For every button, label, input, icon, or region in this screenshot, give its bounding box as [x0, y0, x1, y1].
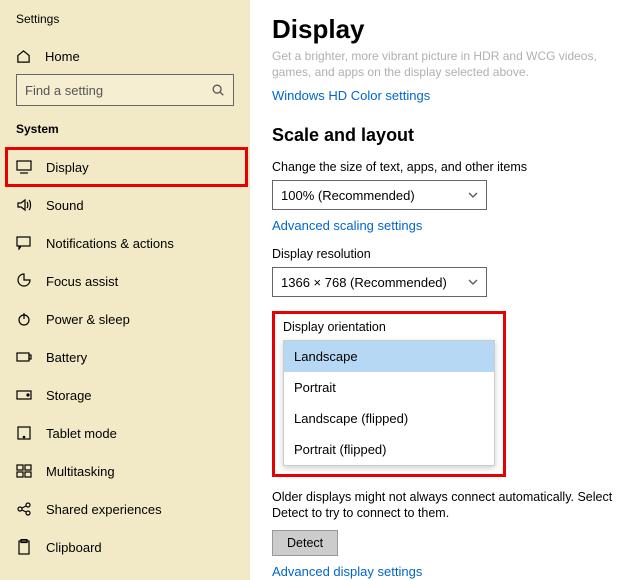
- nav-item-clipboard[interactable]: Clipboard: [6, 528, 250, 566]
- hdr-color-link[interactable]: Windows HD Color settings: [272, 88, 430, 103]
- sound-icon: [16, 198, 32, 212]
- home-icon: [16, 49, 31, 64]
- scale-value: 100% (Recommended): [281, 188, 415, 203]
- nav-item-battery[interactable]: Battery: [6, 338, 250, 376]
- nav-item-display[interactable]: Display: [6, 148, 247, 186]
- detect-note: Older displays might not always connect …: [272, 489, 620, 522]
- nav-item-label: Notifications & actions: [46, 236, 174, 251]
- chevron-down-icon: [468, 279, 478, 285]
- battery-icon: [16, 351, 32, 363]
- detect-button[interactable]: Detect: [272, 530, 338, 556]
- scale-section-header: Scale and layout: [272, 125, 620, 146]
- nav-item-label: Multitasking: [46, 464, 115, 479]
- resolution-value: 1366 × 768 (Recommended): [281, 275, 447, 290]
- nav-item-label: Sound: [46, 198, 84, 213]
- resolution-label: Display resolution: [272, 247, 620, 261]
- orientation-option-portrait-flipped[interactable]: Portrait (flipped): [284, 434, 494, 465]
- nav-list: Display Sound Notifications & actions Fo…: [6, 148, 250, 566]
- orientation-label: Display orientation: [283, 320, 495, 334]
- advanced-scaling-link[interactable]: Advanced scaling settings: [272, 218, 422, 233]
- nav-item-shared[interactable]: Shared experiences: [6, 490, 250, 528]
- resolution-select[interactable]: 1366 × 768 (Recommended): [272, 267, 487, 297]
- nav-item-label: Display: [46, 160, 89, 175]
- main-content: Display Get a brighter, more vibrant pic…: [250, 0, 642, 580]
- notifications-icon: [16, 236, 32, 250]
- nav-item-label: Tablet mode: [46, 426, 117, 441]
- storage-icon: [16, 389, 32, 401]
- hdr-description: Get a brighter, more vibrant picture in …: [272, 49, 620, 80]
- app-title: Settings: [16, 12, 250, 38]
- nav-item-notifications[interactable]: Notifications & actions: [6, 224, 250, 262]
- nav-item-sound[interactable]: Sound: [6, 186, 250, 224]
- power-icon: [16, 311, 32, 327]
- clipboard-icon: [16, 539, 32, 555]
- nav-item-label: Power & sleep: [46, 312, 130, 327]
- orientation-dropdown[interactable]: Landscape Portrait Landscape (flipped) P…: [283, 340, 495, 466]
- multitasking-icon: [16, 464, 32, 478]
- nav-home[interactable]: Home: [16, 38, 250, 74]
- advanced-display-link[interactable]: Advanced display settings: [272, 564, 422, 579]
- nav-item-label: Storage: [46, 388, 92, 403]
- orientation-option-portrait[interactable]: Portrait: [284, 372, 494, 403]
- nav-item-power[interactable]: Power & sleep: [6, 300, 250, 338]
- orientation-option-landscape-flipped[interactable]: Landscape (flipped): [284, 403, 494, 434]
- display-icon: [16, 160, 32, 174]
- sidebar-group-header: System: [16, 122, 250, 136]
- scale-label: Change the size of text, apps, and other…: [272, 160, 620, 174]
- nav-home-label: Home: [45, 49, 80, 64]
- search-box[interactable]: [16, 74, 234, 106]
- search-icon: [211, 83, 225, 97]
- focus-icon: [16, 273, 32, 289]
- orientation-option-landscape[interactable]: Landscape: [284, 341, 494, 372]
- nav-item-focus-assist[interactable]: Focus assist: [6, 262, 250, 300]
- page-title: Display: [272, 14, 620, 45]
- search-input[interactable]: [25, 83, 211, 98]
- nav-item-tablet[interactable]: Tablet mode: [6, 414, 250, 452]
- nav-item-label: Clipboard: [46, 540, 102, 555]
- orientation-group: Display orientation Landscape Portrait L…: [272, 311, 506, 477]
- nav-item-storage[interactable]: Storage: [6, 376, 250, 414]
- nav-item-label: Battery: [46, 350, 87, 365]
- tablet-icon: [16, 426, 32, 440]
- nav-item-label: Shared experiences: [46, 502, 162, 517]
- shared-icon: [16, 502, 32, 516]
- nav-item-multitasking[interactable]: Multitasking: [6, 452, 250, 490]
- scale-select[interactable]: 100% (Recommended): [272, 180, 487, 210]
- chevron-down-icon: [468, 192, 478, 198]
- settings-sidebar: Settings Home System Display Sound Notif…: [0, 0, 250, 580]
- nav-item-label: Focus assist: [46, 274, 118, 289]
